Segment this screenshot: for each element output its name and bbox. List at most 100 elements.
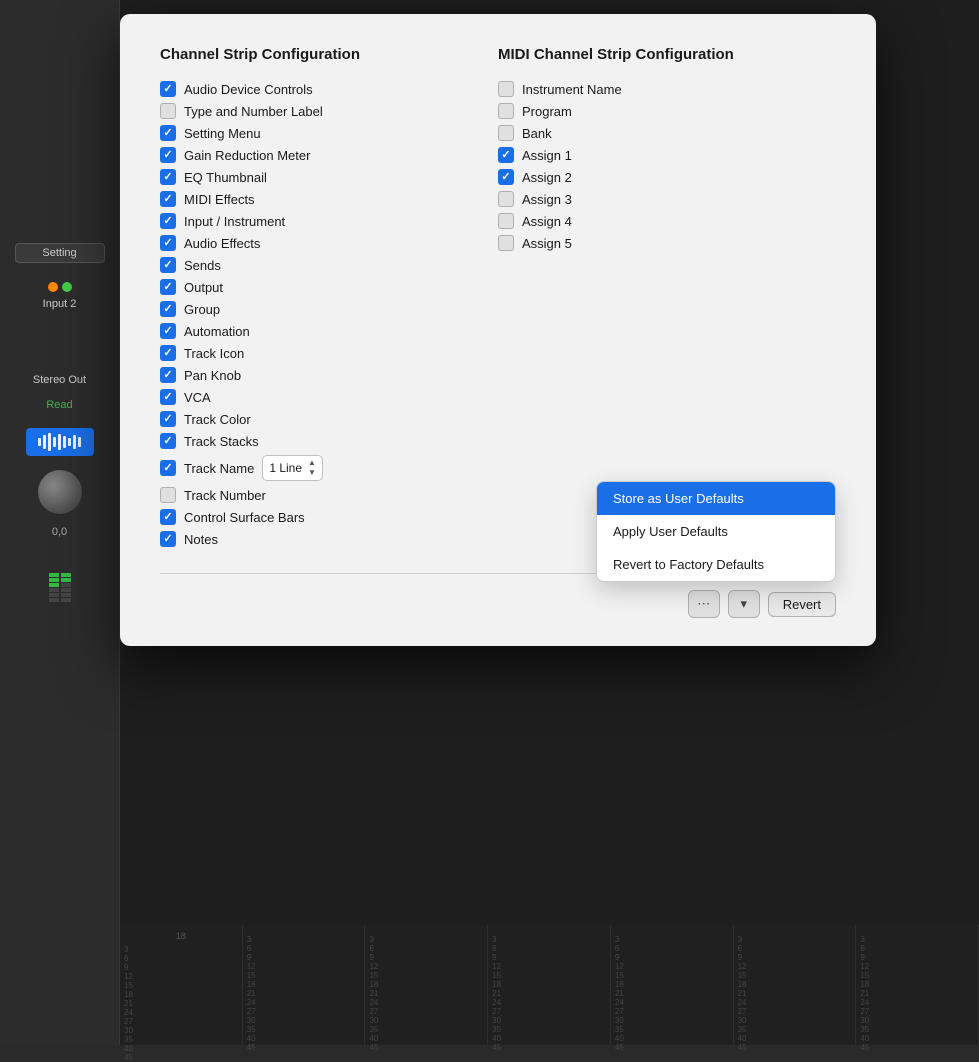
channel-item-row: Control Surface Bars — [160, 509, 498, 525]
check-label: Sends — [184, 258, 221, 273]
check-label: Track Number — [184, 488, 266, 503]
checkbox-midi-assign-5[interactable] — [498, 235, 514, 251]
checkbox-gain-reduction-meter[interactable] — [160, 147, 176, 163]
waveform-icon — [26, 428, 94, 456]
meter-col-left — [49, 573, 59, 602]
checkbox-sends[interactable] — [160, 257, 176, 273]
checkbox-midi-assign-1[interactable] — [498, 147, 514, 163]
channel-strip-config-dialog: Channel Strip Configuration Audio Device… — [120, 14, 876, 646]
midi-item-row: Assign 3 — [498, 191, 836, 207]
check-label: Control Surface Bars — [184, 510, 305, 525]
check-label: Pan Knob — [184, 368, 241, 383]
check-label: Bank — [522, 126, 552, 141]
checkbox-eq-thumbnail[interactable] — [160, 169, 176, 185]
check-label: Type and Number Label — [184, 104, 323, 119]
channel-item-row: Audio Device Controls — [160, 81, 498, 97]
checkbox-track-number[interactable] — [160, 487, 176, 503]
meter-seg — [49, 593, 59, 597]
midi-item-row: Instrument Name — [498, 81, 836, 97]
midi-item-row: Program — [498, 103, 836, 119]
dropdown-item[interactable]: Revert to Factory Defaults — [597, 548, 835, 581]
fader-knob[interactable] — [38, 470, 82, 514]
read-label: Read — [46, 399, 72, 411]
channel-item-row: EQ Thumbnail — [160, 169, 498, 185]
revert-button[interactable]: Revert — [768, 592, 836, 617]
ruler-num: 18 — [120, 931, 242, 941]
waveform-bars — [38, 432, 81, 452]
check-label: Assign 1 — [522, 148, 572, 163]
check-label: VCA — [184, 390, 211, 405]
checkbox-midi-assign-4[interactable] — [498, 213, 514, 229]
checkbox-track-stacks[interactable] — [160, 433, 176, 449]
channel-item-row: Track Number — [160, 487, 498, 503]
channel-items-list: Audio Device Controls Type and Number Lab… — [160, 81, 498, 547]
checkbox-vca[interactable] — [160, 389, 176, 405]
meter-seg — [61, 573, 71, 577]
ruler-col: 36912151821242730354045 — [243, 925, 366, 1045]
checkbox-audio-effects[interactable] — [160, 235, 176, 251]
channel-item-row: Output — [160, 279, 498, 295]
channel-item-row: Automation — [160, 323, 498, 339]
midi-config-col: MIDI Channel Strip Configuration Instrum… — [498, 46, 836, 553]
checkbox-pan-knob[interactable] — [160, 367, 176, 383]
dropdown-toggle-button[interactable]: ▾ — [728, 590, 760, 618]
checkbox-track-name[interactable] — [160, 460, 176, 476]
meter-seg — [61, 598, 71, 602]
midi-item-row: Bank — [498, 125, 836, 141]
check-label: Track Color — [184, 412, 251, 427]
dropdown-item[interactable]: Apply User Defaults — [597, 515, 835, 548]
check-label: Audio Effects — [184, 236, 260, 251]
check-label: Group — [184, 302, 220, 317]
check-label: Instrument Name — [522, 82, 622, 97]
ruler-col: 36912151821242730354045 — [611, 925, 734, 1045]
chevron-down-icon: ▾ — [740, 596, 747, 612]
stepper-arrows[interactable]: ▲ ▼ — [308, 458, 316, 478]
channel-item-row: Pan Knob — [160, 367, 498, 383]
line-selector[interactable]: 1 Line ▲ ▼ — [262, 455, 323, 481]
check-label: Track Stacks — [184, 434, 259, 449]
meter-seg — [61, 583, 71, 587]
checkbox-midi-assign-3[interactable] — [498, 191, 514, 207]
check-label: Track Icon — [184, 346, 244, 361]
dropdown-popup: Store as User DefaultsApply User Default… — [596, 481, 836, 582]
channel-item-row: Setting Menu — [160, 125, 498, 141]
checkbox-track-icon[interactable] — [160, 345, 176, 361]
check-label: Notes — [184, 532, 218, 547]
checkbox-notes[interactable] — [160, 531, 176, 547]
checkbox-midi-assign-2[interactable] — [498, 169, 514, 185]
checkbox-automation[interactable] — [160, 323, 176, 339]
checkbox-group[interactable] — [160, 301, 176, 317]
midi-item-row: Assign 5 — [498, 235, 836, 251]
checkbox-control-surface-bars[interactable] — [160, 509, 176, 525]
midi-item-row: Assign 2 — [498, 169, 836, 185]
channel-strip-config-title: Channel Strip Configuration — [160, 46, 498, 63]
checkbox-type-and-number-label[interactable] — [160, 103, 176, 119]
meter-seg — [49, 588, 59, 592]
channel-item-row: Track Stacks — [160, 433, 498, 449]
meter-visual — [49, 542, 71, 602]
check-label: Automation — [184, 324, 250, 339]
position-label: 0,0 — [52, 526, 67, 538]
checkbox-midi-program[interactable] — [498, 103, 514, 119]
checkbox-midi-effects[interactable] — [160, 191, 176, 207]
channel-item-row: Gain Reduction Meter — [160, 147, 498, 163]
checkbox-audio-device-controls[interactable] — [160, 81, 176, 97]
checkbox-input-/-instrument[interactable] — [160, 213, 176, 229]
check-label: Assign 2 — [522, 170, 572, 185]
channel-item-row: Audio Effects — [160, 235, 498, 251]
more-options-button[interactable]: ⋯ — [688, 590, 720, 618]
checkbox-midi-bank[interactable] — [498, 125, 514, 141]
dropdown-item[interactable]: Store as User Defaults — [597, 482, 835, 515]
check-label: Output — [184, 280, 223, 295]
meter-seg — [61, 593, 71, 597]
check-label: Program — [522, 104, 572, 119]
setting-button[interactable]: Setting — [15, 243, 105, 263]
channel-item-row: VCA — [160, 389, 498, 405]
channel-item-row: Notes — [160, 531, 498, 547]
checkbox-midi-instrument-name[interactable] — [498, 81, 514, 97]
checkbox-setting-menu[interactable] — [160, 125, 176, 141]
down-arrow-icon: ▼ — [308, 468, 316, 478]
checkbox-output[interactable] — [160, 279, 176, 295]
ruler-col: 36912151821242730354045 — [365, 925, 488, 1045]
checkbox-track-color[interactable] — [160, 411, 176, 427]
